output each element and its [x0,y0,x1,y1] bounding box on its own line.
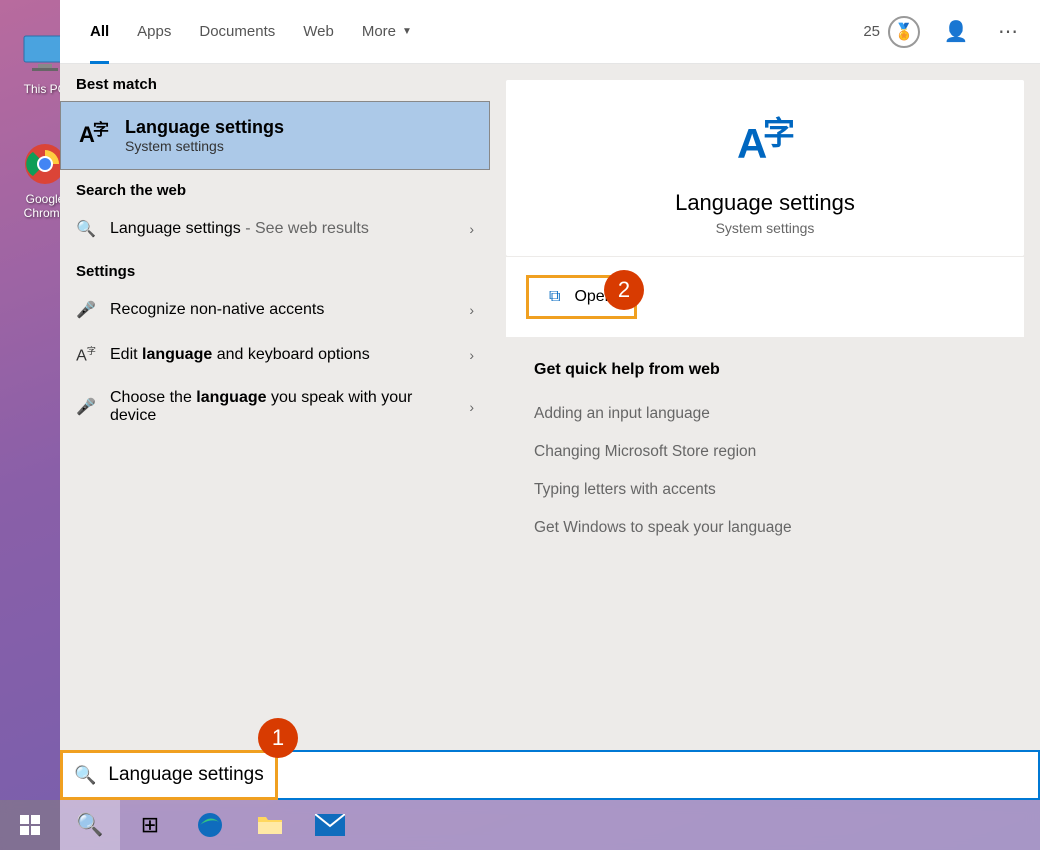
language-icon: A字 [506,108,1024,180]
preview-pane: A字 Language settings System settings ⧉ O… [490,64,1040,800]
search-tabs: All Apps Documents Web More▼ 25 🏅 👤 ⋯ [60,0,1040,64]
tab-all[interactable]: All [76,0,123,64]
section-best-match: Best match [60,64,490,101]
tab-more[interactable]: More▼ [348,0,426,64]
start-button[interactable] [0,800,60,850]
preview-subtitle: System settings [506,220,1024,236]
best-match-title: Language settings [125,117,284,138]
caret-down-icon: ▼ [402,26,412,37]
microphone-icon: 🎤 [76,397,96,417]
rewards-counter[interactable]: 25 🏅 [863,16,920,48]
tab-web[interactable]: Web [289,0,348,64]
taskbar-edge[interactable] [180,800,240,850]
action-bar: ⧉ Open [506,257,1024,337]
search-icon: 🔍 [76,812,103,838]
more-icon[interactable]: ⋯ [992,16,1024,48]
chevron-right-icon: › [469,302,474,318]
chevron-right-icon: › [469,399,474,415]
account-icon[interactable]: 👤 [940,16,972,48]
web-result-item[interactable]: 🔍 Language settings - See web results › [60,207,490,251]
settings-item-text: Edit language and keyboard options [110,346,455,364]
best-match-subtitle: System settings [125,138,284,154]
taskbar: 🔍 ⊞ [0,800,1040,850]
best-match-item[interactable]: A字 Language settings System settings [60,101,490,170]
preview-title: Language settings [506,190,1024,216]
open-icon: ⧉ [549,288,560,306]
taskbar-mail[interactable] [300,800,360,850]
chevron-right-icon: › [469,347,474,363]
microphone-icon: 🎤 [76,300,96,320]
chevron-right-icon: › [469,221,474,237]
search-icon: 🔍 [74,765,96,786]
settings-item[interactable]: 🎤 Choose the language you speak with you… [60,377,490,437]
annotation-badge-1: 1 [258,718,298,758]
task-view-icon: ⊞ [141,812,159,838]
tab-documents[interactable]: Documents [185,0,289,64]
annotation-badge-2: 2 [604,270,644,310]
section-web: Search the web [60,170,490,207]
tab-apps[interactable]: Apps [123,0,185,64]
search-results-panel: All Apps Documents Web More▼ 25 🏅 👤 ⋯ Be… [60,0,1040,800]
mail-icon [315,814,345,836]
section-settings: Settings [60,251,490,288]
help-link[interactable]: Typing letters with accents [534,471,996,509]
language-icon: A字 [77,116,109,155]
edge-icon [196,811,224,839]
taskbar-task-view[interactable]: ⊞ [120,800,180,850]
folder-icon [256,813,284,837]
search-bar[interactable]: 🔍 [60,750,1040,800]
settings-item[interactable]: 🎤 Recognize non-native accents › [60,288,490,332]
windows-icon [20,815,40,835]
preview-card: A字 Language settings System settings [506,80,1024,256]
help-link[interactable]: Changing Microsoft Store region [534,433,996,471]
help-title: Get quick help from web [534,361,996,379]
taskbar-search-button[interactable]: 🔍 [60,800,120,850]
web-result-text: Language settings - See web results [110,220,455,238]
rewards-points: 25 [863,23,880,40]
help-link[interactable]: Get Windows to speak your language [534,509,996,547]
results-list: Best match A字 Language settings System s… [60,64,490,800]
medal-icon: 🏅 [888,16,920,48]
search-icon: 🔍 [76,219,96,239]
search-input[interactable] [108,764,1026,786]
settings-item-text: Choose the language you speak with your … [110,389,455,425]
settings-item-text: Recognize non-native accents [110,301,455,319]
taskbar-explorer[interactable] [240,800,300,850]
help-link[interactable]: Adding an input language [534,395,996,433]
language-small-icon: A字 [76,344,96,365]
settings-item[interactable]: A字 Edit language and keyboard options › [60,332,490,377]
